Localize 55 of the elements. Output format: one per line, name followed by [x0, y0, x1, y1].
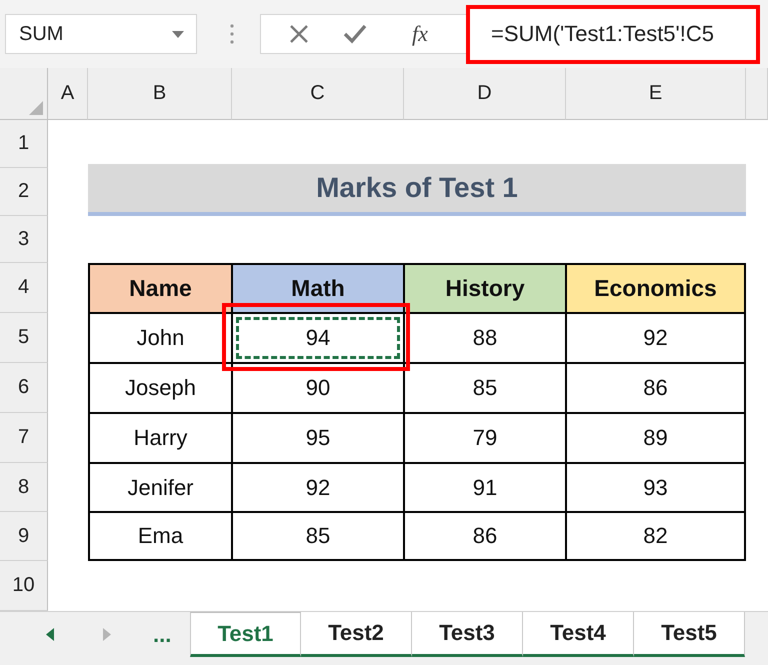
row-header[interactable]: 3 — [0, 216, 48, 263]
table-cell: Ema — [88, 512, 232, 561]
table-cell: 93 — [566, 463, 746, 512]
table-cell: 90 — [232, 363, 404, 413]
table-cell: 86 — [566, 363, 746, 413]
table-cell: 91 — [404, 463, 566, 512]
table-header-cell: Math — [232, 263, 404, 313]
table-cell: 86 — [404, 512, 566, 561]
column-header[interactable]: C — [232, 68, 404, 120]
table-cell: 92 — [232, 463, 404, 512]
table-cell: 85 — [232, 512, 404, 561]
table-cell: 92 — [566, 313, 746, 363]
sheet-tab[interactable]: Test1 — [190, 612, 301, 657]
row-header[interactable]: 4 — [0, 263, 48, 313]
vertical-dots-icon — [230, 24, 234, 44]
row-header[interactable]: 8 — [0, 463, 48, 512]
table-cell: 79 — [404, 413, 566, 463]
triangle-icon — [29, 101, 43, 115]
table-cell: 94 — [232, 313, 404, 363]
table-cell: Joseph — [88, 363, 232, 413]
close-icon — [289, 24, 309, 44]
table-cell: Harry — [88, 413, 232, 463]
table-header-cell: Name — [88, 263, 232, 313]
sheet-tab[interactable]: Test4 — [523, 612, 634, 657]
row-header[interactable]: 5 — [0, 313, 48, 363]
sheet-title: Marks of Test 1 — [88, 164, 746, 216]
sheet-tab[interactable]: Test5 — [634, 612, 745, 657]
sheet-tab[interactable]: Test3 — [412, 612, 523, 657]
column-header[interactable]: E — [566, 68, 746, 120]
table-cell: 89 — [566, 413, 746, 463]
row-header[interactable]: 7 — [0, 413, 48, 463]
insert-function-button[interactable]: fx — [404, 16, 436, 52]
table-cell: Jenifer — [88, 463, 232, 512]
column-header[interactable]: B — [88, 68, 232, 120]
table-cell: 85 — [404, 363, 566, 413]
dropdown-caret-icon[interactable] — [172, 30, 184, 38]
row-header[interactable]: 2 — [0, 168, 48, 216]
table-header-cell: Economics — [566, 263, 746, 313]
left-arrow-icon[interactable] — [46, 628, 54, 641]
sheet-tab[interactable]: Test2 — [301, 612, 412, 657]
column-header[interactable]: A — [48, 68, 88, 120]
more-sheets-button[interactable]: ... — [149, 622, 176, 648]
checkmark-icon — [343, 24, 367, 44]
table-cell: 95 — [232, 413, 404, 463]
formula-field[interactable]: =SUM('Test1:Test5'!C5 — [466, 4, 760, 64]
name-box[interactable]: SUM — [5, 14, 197, 54]
table-cell: John — [88, 313, 232, 363]
row-header[interactable]: 10 — [0, 561, 48, 611]
row-header[interactable]: 6 — [0, 363, 48, 413]
table-cell: 82 — [566, 512, 746, 561]
row-header[interactable]: 1 — [0, 120, 48, 168]
table-header-cell: History — [404, 263, 566, 313]
column-header[interactable]: D — [404, 68, 566, 120]
table-cell: 88 — [404, 313, 566, 363]
row-header[interactable]: 9 — [0, 512, 48, 561]
